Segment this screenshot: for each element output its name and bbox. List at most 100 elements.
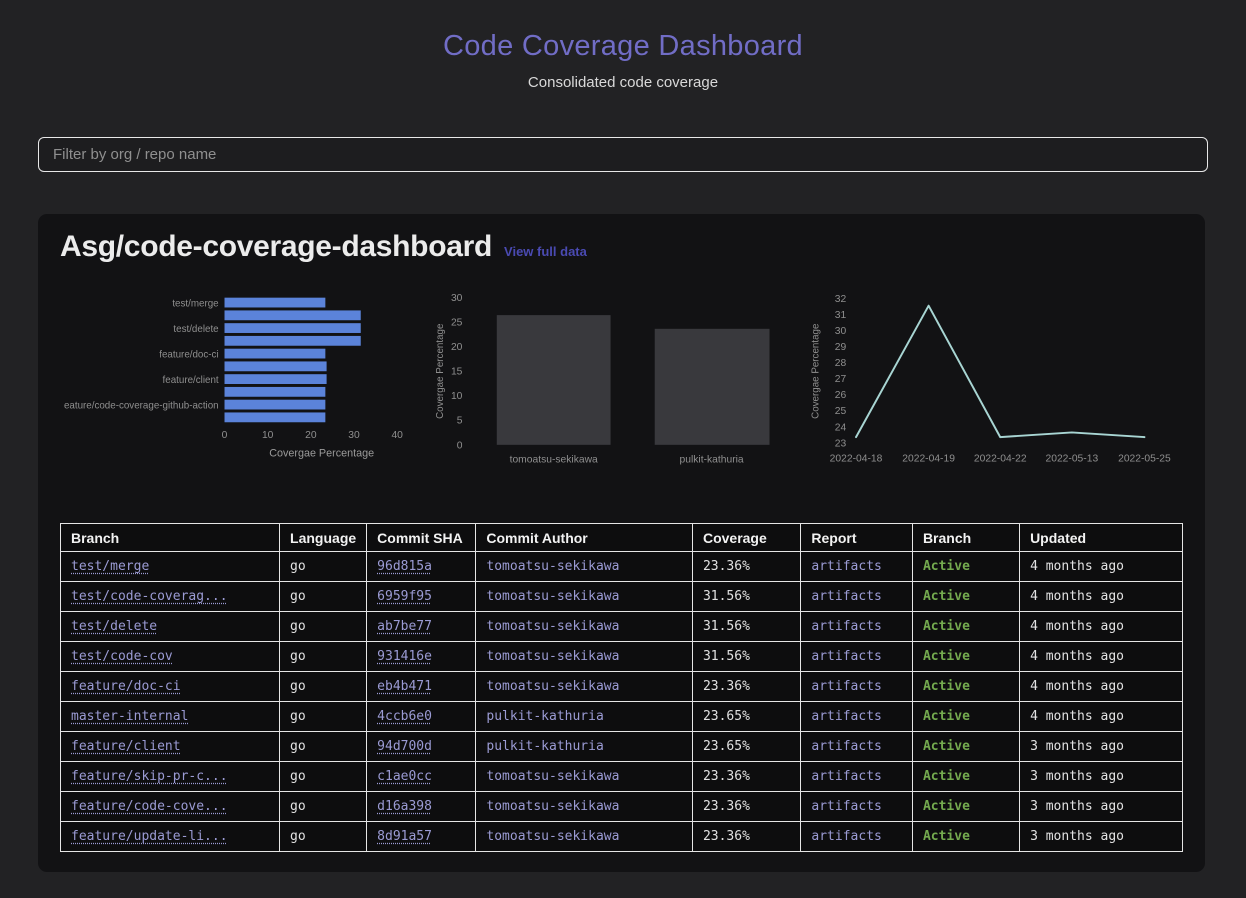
table-row: feature/update-li... go 8d91a57 tomoatsu-se… [59, 821, 1183, 852]
commit-author-cell: tomoatsu-sekikawa [486, 649, 620, 664]
branch-link[interactable]: test/merge [71, 559, 149, 574]
commit-author-cell: tomoatsu-sekikawa [486, 769, 620, 784]
svg-text:pulkit-kathuria: pulkit-kathuria [679, 454, 743, 465]
coverage-cell: 23.65% [702, 739, 750, 754]
language-cell: go [290, 679, 306, 694]
svg-text:2022-04-22: 2022-04-22 [974, 454, 1027, 465]
table-row: test/code-coverag... go 6959f95 tomoatsu-se… [59, 581, 1183, 612]
report-artifacts-link[interactable]: artifacts [811, 559, 881, 574]
coverage-cell: 23.36% [702, 679, 750, 694]
branch-link[interactable]: feature/update-li... [71, 829, 228, 844]
commit-sha-link[interactable]: 931416e [377, 649, 432, 664]
updated-cell: 4 months ago [1030, 559, 1124, 574]
repo-title: Asg/code-coverage-dashboard [60, 230, 493, 263]
coverage-table: Branch Language Commit SHA Commit Author Cov… [59, 523, 1183, 852]
table-row: feature/client go 94d700d pulkit-kathuria 23… [59, 731, 1183, 762]
table-row: master-internal go 4ccb6e0 pulkit-kathuria 2… [59, 701, 1183, 732]
coverage-cell: 31.56% [702, 649, 750, 664]
commit-author-cell: pulkit-kathuria [486, 709, 604, 724]
coverage-cell: 23.36% [702, 769, 750, 784]
updated-cell: 4 months ago [1030, 679, 1124, 694]
commit-sha-link[interactable]: ab7be77 [377, 619, 432, 634]
column-header-updated-7: Updated [1019, 523, 1183, 552]
branch-status-badge: Active [922, 829, 970, 844]
view-full-data-link[interactable]: View full data [504, 244, 587, 259]
commit-author-cell: tomoatsu-sekikawa [486, 799, 620, 814]
column-header-language-1: Language [279, 523, 368, 552]
commit-sha-link[interactable]: 4ccb6e0 [377, 709, 432, 724]
updated-cell: 3 months ago [1030, 799, 1124, 814]
svg-text:feature/doc-ci: feature/doc-ci [159, 350, 218, 361]
branch-link[interactable]: feature/doc-ci [71, 679, 181, 694]
commit-sha-link[interactable]: 8d91a57 [377, 829, 432, 844]
svg-text:28: 28 [835, 358, 847, 369]
commit-sha-link[interactable]: 96d815a [377, 559, 432, 574]
branch-status-badge: Active [922, 769, 970, 784]
branch-link[interactable]: test/code-coverag... [71, 589, 228, 604]
branch-status-badge: Active [922, 739, 970, 754]
table-header-row: Branch Language Commit SHA Commit Author Cov… [59, 523, 1183, 552]
commit-sha-link[interactable]: 94d700d [377, 739, 432, 754]
svg-text:20: 20 [305, 430, 317, 441]
svg-text:15: 15 [450, 367, 462, 378]
branch-link[interactable]: feature/skip-pr-c... [71, 769, 228, 784]
commit-sha-link[interactable]: d16a398 [377, 799, 432, 814]
branch-status-badge: Active [922, 619, 970, 634]
svg-text:20: 20 [450, 342, 462, 353]
column-header-commit-author-3: Commit Author [475, 523, 693, 552]
branch-link[interactable]: feature/client [71, 739, 181, 754]
branch-link[interactable]: master-internal [71, 709, 188, 724]
language-cell: go [290, 799, 306, 814]
svg-text:test/merge: test/merge [172, 298, 219, 309]
commit-sha-link[interactable]: eb4b471 [377, 679, 432, 694]
svg-text:test/delete: test/delete [173, 324, 219, 335]
svg-text:26: 26 [835, 390, 847, 401]
svg-text:2022-05-13: 2022-05-13 [1046, 454, 1099, 465]
svg-text:10: 10 [262, 430, 274, 441]
table-row: feature/skip-pr-c... go c1ae0cc tomoatsu-se… [59, 761, 1183, 792]
commit-sha-link[interactable]: c1ae0cc [377, 769, 432, 784]
report-artifacts-link[interactable]: artifacts [811, 799, 881, 814]
updated-cell: 3 months ago [1030, 739, 1124, 754]
branch-status-badge: Active [922, 799, 970, 814]
report-artifacts-link[interactable]: artifacts [811, 649, 881, 664]
svg-text:5: 5 [456, 416, 462, 427]
branch-status-badge: Active [922, 709, 970, 724]
page-header: Code Coverage Dashboard Consolidated cod… [0, 0, 1246, 91]
table-row: test/code-cov go 931416e tomoatsu-sekikawa 3… [59, 641, 1183, 672]
language-cell: go [290, 649, 306, 664]
report-artifacts-link[interactable]: artifacts [811, 589, 881, 604]
repo-card-header: Asg/code-coverage-dashboard View full da… [60, 230, 1183, 276]
author-coverage-bar-chart: 0 5 10 15 20 25 30 Covergae Percentage tomoatsu-… [434, 293, 769, 465]
coverage-cell: 23.36% [702, 799, 750, 814]
coverage-trend-line-chart: 23 24 25 26 27 28 29 30 31 32 Covergae Percentage 2… [811, 294, 1171, 465]
svg-text:Covergae Percentage: Covergae Percentage [434, 323, 445, 419]
svg-text:40: 40 [391, 430, 403, 441]
filter-bar [38, 137, 1208, 172]
branch-link[interactable]: test/code-cov [71, 649, 173, 664]
branch-link[interactable]: test/delete [71, 619, 157, 634]
report-artifacts-link[interactable]: artifacts [811, 709, 881, 724]
report-artifacts-link[interactable]: artifacts [811, 829, 881, 844]
branch-coverage-bar-chart: test/merge test/delete feature/doc-ci featu… [64, 297, 403, 460]
coverage-cell: 31.56% [702, 619, 750, 634]
commit-sha-link[interactable]: 6959f95 [377, 589, 432, 604]
language-cell: go [290, 619, 306, 634]
report-artifacts-link[interactable]: artifacts [811, 739, 881, 754]
column-header-branch-6: Branch [911, 523, 1021, 552]
report-artifacts-link[interactable]: artifacts [811, 619, 881, 634]
branch-status-badge: Active [922, 559, 970, 574]
branch-link[interactable]: feature/code-cove... [71, 799, 228, 814]
updated-cell: 4 months ago [1030, 619, 1124, 634]
language-cell: go [290, 589, 306, 604]
coverage-cell: 31.56% [702, 589, 750, 604]
commit-author-cell: tomoatsu-sekikawa [486, 619, 620, 634]
report-artifacts-link[interactable]: artifacts [811, 679, 881, 694]
svg-text:10: 10 [450, 391, 462, 402]
svg-text:2022-05-25: 2022-05-25 [1118, 454, 1171, 465]
language-cell: go [290, 769, 306, 784]
commit-author-cell: tomoatsu-sekikawa [486, 559, 620, 574]
updated-cell: 4 months ago [1030, 589, 1124, 604]
filter-input[interactable] [38, 137, 1208, 172]
report-artifacts-link[interactable]: artifacts [811, 769, 881, 784]
